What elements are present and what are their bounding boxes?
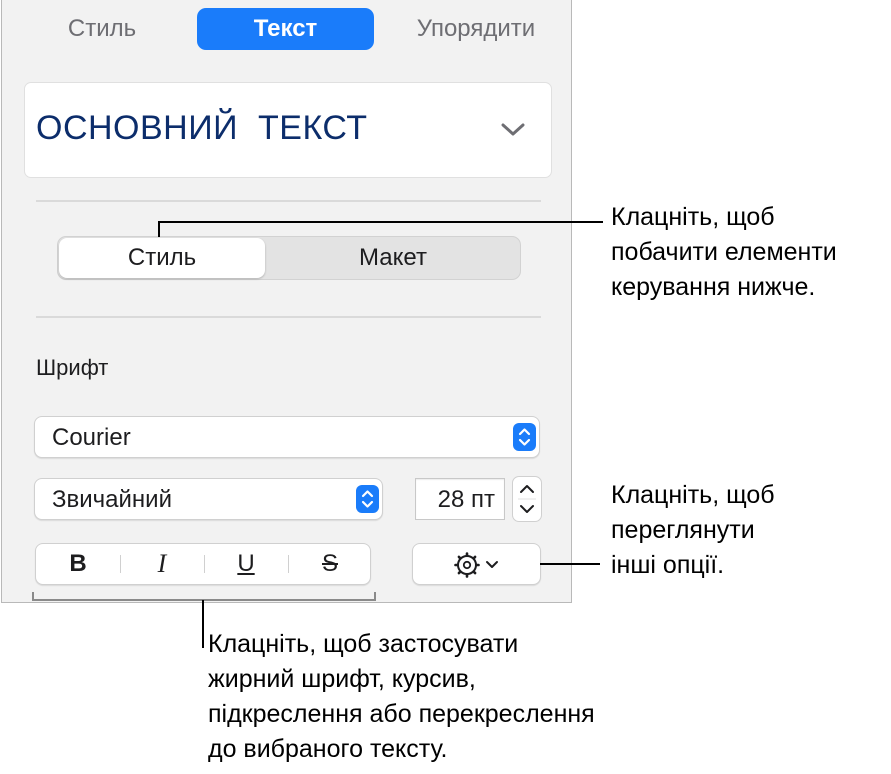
- callout-segment-text: Клацніть, щоб побачити елементи керуванн…: [611, 203, 837, 301]
- callout-format-text: Клацніть, щоб застосувати жирний шрифт, …: [208, 630, 595, 763]
- gear-icon: [454, 552, 480, 578]
- paragraph-style-popup[interactable]: ОСНОВНИЙ ТЕКСТ: [24, 82, 552, 178]
- font-style-value: Звичайний: [52, 486, 172, 513]
- divider: [36, 200, 541, 202]
- tab-style[interactable]: Стиль: [32, 8, 172, 50]
- italic-button[interactable]: I: [120, 544, 204, 584]
- callout-line: [158, 221, 603, 223]
- more-text-options-button[interactable]: [412, 543, 541, 585]
- callout-line: [202, 600, 204, 648]
- segment-layout[interactable]: Макет: [266, 238, 520, 278]
- font-size-field[interactable]: 28 пт: [415, 478, 505, 520]
- strikethrough-button[interactable]: S: [288, 544, 372, 584]
- font-section-label: Шрифт: [36, 355, 109, 380]
- font-family-popup[interactable]: Courier: [34, 416, 540, 458]
- callout-line: [158, 221, 160, 237]
- format-inspector-panel: Стиль Текст Упорядити ОСНОВНИЙ ТЕКСТ Сти…: [1, 0, 572, 603]
- font-size-stepper[interactable]: [512, 476, 542, 522]
- chevron-down-icon: [486, 561, 498, 568]
- font-family-value: Courier: [52, 424, 131, 451]
- tab-text[interactable]: Текст: [197, 8, 374, 50]
- style-layout-segmented-control: Стиль Макет: [57, 236, 521, 280]
- stepper-up-icon: [520, 485, 534, 493]
- callout-bracket: [32, 599, 376, 601]
- font-style-popup[interactable]: Звичайний: [34, 478, 383, 520]
- callout-line: [540, 563, 600, 565]
- segment-style[interactable]: Стиль: [59, 238, 265, 278]
- font-size-value: 28 пт: [437, 486, 495, 513]
- popup-arrows-icon: [356, 485, 379, 513]
- text-format-buttons: B I U S: [35, 543, 371, 585]
- stepper-down-icon: [520, 505, 534, 513]
- paragraph-style-name: ОСНОВНИЙ ТЕКСТ: [36, 109, 368, 147]
- bold-button[interactable]: B: [36, 544, 120, 584]
- underline-button[interactable]: U: [204, 544, 288, 584]
- popup-arrows-icon: [513, 423, 536, 451]
- divider: [36, 316, 541, 318]
- chevron-down-icon: [501, 123, 525, 136]
- tab-arrange[interactable]: Упорядити: [396, 8, 556, 50]
- callout-options-text: Клацніть, щоб переглянути інші опції.: [611, 481, 775, 579]
